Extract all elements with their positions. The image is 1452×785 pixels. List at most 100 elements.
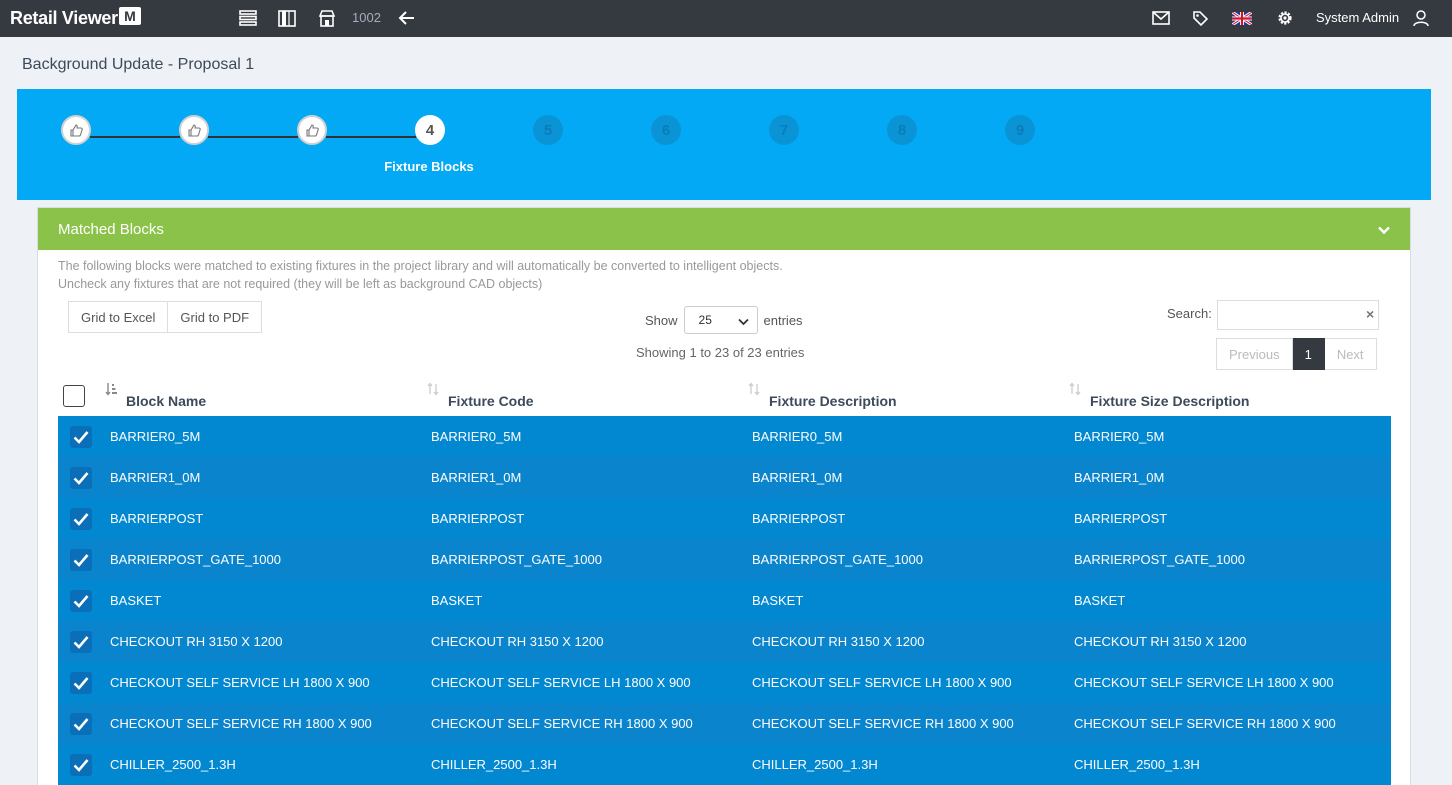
back-arrow-icon[interactable]: [397, 9, 417, 27]
panel-header[interactable]: Matched Blocks: [38, 208, 1410, 250]
step-connector: [326, 136, 416, 138]
table-row[interactable]: CHECKOUT SELF SERVICE LH 1800 X 900 CHEC…: [58, 662, 1391, 703]
export-buttons: Grid to Excel Grid to PDF: [68, 301, 263, 333]
mail-icon[interactable]: [1151, 9, 1171, 27]
cell-fixture-code: CHILLER_2500_1.3H: [431, 757, 557, 772]
user-name[interactable]: System Admin: [1316, 10, 1399, 25]
table-body: BARRIER0_5M BARRIER0_5M BARRIER0_5M BARR…: [58, 416, 1391, 785]
row-checkbox[interactable]: [70, 754, 92, 776]
select-all-checkbox[interactable]: [63, 385, 85, 407]
clear-search-icon[interactable]: ×: [1366, 306, 1374, 322]
sort-icon[interactable]: [105, 382, 118, 399]
table-row[interactable]: BARRIERPOST_GATE_1000 BARRIERPOST_GATE_1…: [58, 539, 1391, 580]
cell-fixture-size-description: CHILLER_2500_1.3H: [1074, 757, 1200, 772]
step-6[interactable]: 6: [651, 115, 681, 145]
user-icon[interactable]: [1411, 9, 1431, 27]
row-checkbox[interactable]: [70, 467, 92, 489]
table-row[interactable]: CHECKOUT RH 3150 X 1200 CHECKOUT RH 3150…: [58, 621, 1391, 662]
step-2-complete[interactable]: [179, 115, 209, 145]
cell-fixture-description: BARRIER1_0M: [752, 470, 843, 485]
cell-fixture-description: BASKET: [752, 593, 804, 608]
sort-icon[interactable]: [1069, 382, 1081, 399]
grid-to-pdf-button[interactable]: Grid to PDF: [168, 301, 263, 333]
pagination-previous[interactable]: Previous: [1216, 338, 1293, 370]
gear-icon[interactable]: [1275, 9, 1295, 27]
table-row[interactable]: BARRIER1_0M BARRIER1_0M BARRIER1_0M BARR…: [58, 457, 1391, 498]
page-length-select[interactable]: 25: [683, 306, 758, 334]
row-checkbox[interactable]: [70, 631, 92, 653]
step-9[interactable]: 9: [1005, 115, 1035, 145]
cell-fixture-code: BASKET: [431, 593, 483, 608]
cell-block-name: BARRIERPOST_GATE_1000: [110, 552, 281, 567]
step-1-complete[interactable]: [61, 115, 91, 145]
column-header-fixture-size-description[interactable]: Fixture Size Description: [1090, 393, 1249, 409]
cell-fixture-code: CHECKOUT RH 3150 X 1200: [431, 634, 604, 649]
table-row[interactable]: BASKET BASKET BASKET BASKET: [58, 580, 1391, 621]
row-checkbox[interactable]: [70, 713, 92, 735]
brand-name: Retail Viewer: [10, 7, 118, 28]
thumbs-up-icon: [187, 123, 201, 137]
cell-fixture-code: BARRIERPOST: [431, 511, 525, 526]
panel-description: The following blocks were matched to exi…: [58, 257, 783, 293]
cell-fixture-code: CHECKOUT SELF SERVICE LH 1800 X 900: [431, 675, 691, 690]
cell-block-name: BARRIERPOST: [110, 511, 204, 526]
brand-cart-icon: M: [118, 7, 141, 25]
checkmark-icon: [73, 554, 89, 567]
checkmark-icon: [73, 677, 89, 690]
cell-block-name: CHECKOUT SELF SERVICE RH 1800 X 900: [110, 716, 372, 731]
table-row[interactable]: BARRIER0_5M BARRIER0_5M BARRIER0_5M BARR…: [58, 416, 1391, 457]
step-3-complete[interactable]: [297, 115, 327, 145]
brand-logo[interactable]: Retail Viewer M: [10, 4, 141, 32]
checkmark-icon: [73, 431, 89, 444]
cell-fixture-description: BARRIERPOST: [752, 511, 846, 526]
checkmark-icon: [73, 595, 89, 608]
pagination-next[interactable]: Next: [1324, 338, 1377, 370]
chevron-down-icon[interactable]: [1378, 222, 1390, 239]
thumbs-up-icon: [69, 123, 83, 137]
table-row[interactable]: BARRIERPOST BARRIERPOST BARRIERPOST BARR…: [58, 498, 1391, 539]
search-label: Search:: [1167, 306, 1212, 321]
row-checkbox[interactable]: [70, 590, 92, 612]
column-header-fixture-description[interactable]: Fixture Description: [769, 393, 897, 409]
row-checkbox[interactable]: [70, 549, 92, 571]
cell-fixture-code: BARRIER0_5M: [431, 429, 522, 444]
list-icon[interactable]: [238, 9, 258, 27]
table-header: Block Name Fixture Code Fixture Descript…: [58, 378, 1391, 416]
cell-block-name: BARRIER1_0M: [110, 470, 201, 485]
show-label: Show: [645, 312, 678, 328]
cell-fixture-description: CHILLER_2500_1.3H: [752, 757, 878, 772]
sort-icon[interactable]: [748, 382, 760, 399]
columns-icon[interactable]: [277, 9, 297, 27]
table-row[interactable]: CHILLER_2500_1.3H CHILLER_2500_1.3H CHIL…: [58, 744, 1391, 785]
store-icon[interactable]: [317, 9, 337, 27]
pagination-page-1[interactable]: 1: [1292, 338, 1325, 370]
cell-fixture-description: CHECKOUT RH 3150 X 1200: [752, 634, 925, 649]
cell-fixture-size-description: BARRIER0_5M: [1074, 429, 1165, 444]
tag-icon[interactable]: [1190, 9, 1210, 27]
row-checkbox[interactable]: [70, 672, 92, 694]
checkmark-icon: [73, 636, 89, 649]
step-4-current[interactable]: 4: [415, 115, 445, 145]
search-input[interactable]: [1217, 300, 1379, 330]
project-number: 1002: [352, 10, 381, 25]
grid-to-excel-button[interactable]: Grid to Excel: [68, 301, 169, 333]
step-5[interactable]: 5: [533, 115, 563, 145]
chevron-down-icon: [737, 315, 749, 329]
flag-uk-icon[interactable]: [1232, 9, 1252, 27]
row-checkbox[interactable]: [70, 508, 92, 530]
cell-fixture-description: BARRIER0_5M: [752, 429, 843, 444]
row-checkbox[interactable]: [70, 426, 92, 448]
cell-fixture-description: BARRIERPOST_GATE_1000: [752, 552, 923, 567]
step-7[interactable]: 7: [769, 115, 799, 145]
cell-block-name: BASKET: [110, 593, 162, 608]
table-info: Showing 1 to 23 of 23 entries: [636, 345, 805, 360]
cell-block-name: CHILLER_2500_1.3H: [110, 757, 236, 772]
column-header-block-name[interactable]: Block Name: [126, 393, 206, 409]
table-row[interactable]: CHECKOUT SELF SERVICE RH 1800 X 900 CHEC…: [58, 703, 1391, 744]
matched-blocks-panel: Matched Blocks The following blocks were…: [37, 207, 1411, 785]
sort-icon[interactable]: [427, 382, 439, 399]
cell-fixture-size-description: BARRIER1_0M: [1074, 470, 1165, 485]
checkmark-icon: [73, 759, 89, 772]
step-8[interactable]: 8: [887, 115, 917, 145]
column-header-fixture-code[interactable]: Fixture Code: [448, 393, 534, 409]
